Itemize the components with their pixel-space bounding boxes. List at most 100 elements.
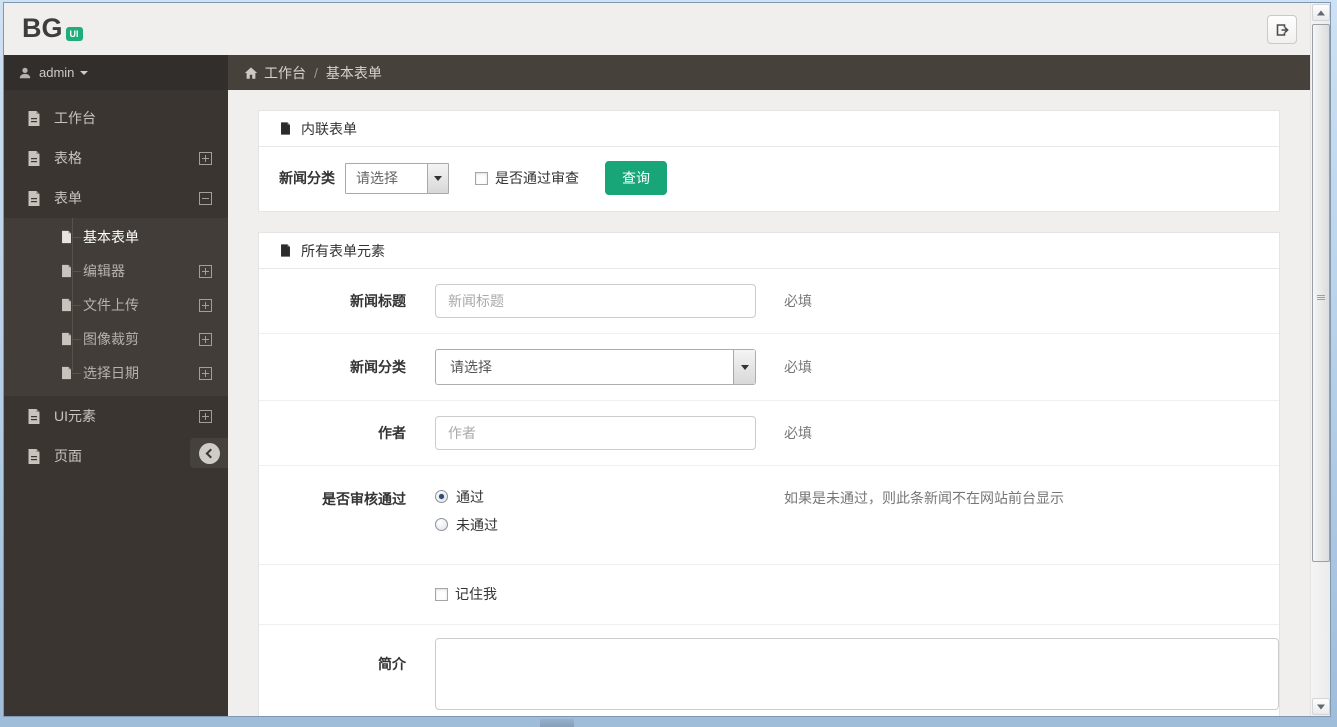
sidebar-item-label: 表格 (54, 150, 82, 166)
review-filter-checkbox[interactable] (475, 171, 488, 185)
sidebar-menu: 工作台 表格 表单 基本表单 编辑器 文件上传 图像裁剪 选择日期 UI元素 页… (4, 90, 228, 476)
page-content: 内联表单 新闻分类 请选择 是否通过审查 查询 所有表单元素 新闻标题 新闻标题… (228, 90, 1310, 716)
news-category-select-big[interactable]: 请选择 (435, 349, 756, 385)
sidebar-subitem-basic-form[interactable]: 基本表单 (4, 220, 228, 254)
sidebar-item-label: 页面 (54, 448, 82, 464)
radio-checked-icon[interactable] (435, 490, 448, 503)
file-solid-icon (281, 244, 290, 257)
sidebar: admin 工作台 表格 表单 基本表单 编辑器 文件上传 图像裁剪 选择日期 … (4, 55, 228, 716)
file-lines-icon (28, 110, 40, 126)
arrow-down-icon (1317, 704, 1325, 709)
inline-panel-header: 内联表单 (259, 111, 1279, 147)
category-label: 新闻分类 (279, 170, 335, 186)
news-title-input[interactable] (435, 284, 756, 318)
logout-button[interactable] (1267, 15, 1297, 44)
sidebar-subitem-label: 编辑器 (83, 263, 125, 279)
browser-viewport: BG UI admin 工作台 表格 表单 基本表单 编辑器 文件上传 图像裁剪… (4, 3, 1330, 716)
logout-icon (1276, 23, 1289, 36)
news-category-row: 新闻分类 请选择 必填 (259, 333, 1279, 400)
window-frame: BG UI admin 工作台 表格 表单 基本表单 编辑器 文件上传 图像裁剪… (0, 0, 1337, 727)
sidebar-subitem-editor[interactable]: 编辑器 (4, 254, 228, 288)
user-menu[interactable]: admin (4, 55, 228, 90)
app-root: BG UI admin 工作台 表格 表单 基本表单 编辑器 文件上传 图像裁剪… (4, 3, 1310, 716)
sidebar-item-label: 表单 (54, 190, 82, 206)
remember-me-label: 记住我 (455, 586, 497, 602)
required-hint: 必填 (784, 293, 812, 309)
sidebar-subitem-label: 选择日期 (83, 365, 139, 381)
review-status-row: 是否审核通过 通过 未通过 如果是未通过，则此条新闻不在网站前台显示 (259, 465, 1279, 564)
file-icon (62, 264, 71, 278)
breadcrumb-separator: / (314, 64, 318, 81)
sidebar-collapse-button[interactable] (190, 438, 228, 468)
forms-submenu: 基本表单 编辑器 文件上传 图像裁剪 选择日期 (4, 218, 228, 396)
user-name: admin (39, 65, 75, 80)
required-hint: 必填 (784, 425, 812, 441)
intro-textarea[interactable] (435, 638, 1279, 710)
select-dropdown-button[interactable] (427, 163, 448, 193)
sidebar-item-ui-elements[interactable]: UI元素 (4, 396, 228, 436)
chevron-down-icon (740, 364, 749, 370)
news-title-label: 新闻标题 (350, 293, 406, 309)
brand-text: BG (22, 13, 63, 43)
required-hint: 必填 (784, 359, 812, 375)
home-icon (244, 66, 258, 79)
chevron-down-icon (434, 175, 442, 181)
radio-pass[interactable]: 通过 (435, 486, 756, 507)
search-button[interactable]: 查询 (605, 161, 667, 195)
scroll-down-button[interactable] (1312, 698, 1330, 715)
window-resize-grip[interactable] (540, 719, 574, 727)
file-lines-icon (28, 190, 40, 206)
file-icon (62, 230, 71, 244)
arrow-up-icon (1317, 10, 1325, 15)
sidebar-subitem-file-upload[interactable]: 文件上传 (4, 288, 228, 322)
author-row: 作者 必填 (259, 400, 1279, 465)
scrollbar-grip-icon (1317, 294, 1325, 301)
select-dropdown-button[interactable] (733, 350, 755, 384)
sidebar-item-workbench[interactable]: 工作台 (4, 98, 228, 138)
radio-fail[interactable]: 未通过 (435, 514, 756, 535)
collapse-left-icon (198, 442, 220, 464)
radio-fail-label: 未通过 (456, 516, 498, 533)
chevron-down-icon (80, 70, 89, 75)
vertical-scrollbar[interactable] (1310, 3, 1330, 716)
main-column: 工作台 / 基本表单 内联表单 新闻分类 请选择 是否通过审查 查询 所有表单元… (228, 55, 1310, 716)
expand-plus-icon[interactable] (199, 409, 212, 423)
expand-plus-icon[interactable] (199, 366, 212, 380)
sidebar-item-tables[interactable]: 表格 (4, 138, 228, 178)
intro-label: 简介 (378, 656, 406, 672)
user-icon (19, 67, 31, 78)
brand-logo[interactable]: BG UI (22, 14, 83, 42)
sidebar-subitem-label: 图像裁剪 (83, 331, 139, 347)
inline-form-panel: 内联表单 新闻分类 请选择 是否通过审查 查询 (258, 110, 1280, 212)
top-header: BG UI (4, 3, 1310, 55)
panel-title: 内联表单 (301, 120, 357, 137)
news-category-label: 新闻分类 (350, 359, 406, 375)
author-label: 作者 (378, 425, 406, 441)
breadcrumb-section[interactable]: 工作台 (264, 63, 306, 83)
expand-plus-icon[interactable] (199, 151, 212, 165)
breadcrumb: 工作台 / 基本表单 (228, 55, 1310, 90)
expand-plus-icon[interactable] (199, 298, 212, 312)
expand-plus-icon[interactable] (199, 264, 212, 278)
radio-pass-label: 通过 (456, 488, 484, 505)
brand-badge: UI (65, 27, 83, 41)
author-input[interactable] (435, 416, 756, 450)
remember-me-checkbox[interactable] (435, 587, 448, 601)
file-lines-icon (28, 448, 40, 464)
sidebar-subitem-label: 文件上传 (83, 297, 139, 313)
radio-unchecked-icon[interactable] (435, 518, 448, 531)
select-value: 请选择 (356, 170, 398, 186)
collapse-minus-icon[interactable] (199, 191, 212, 205)
scrollbar-thumb[interactable] (1312, 24, 1330, 562)
sidebar-subitem-date-picker[interactable]: 选择日期 (4, 356, 228, 390)
news-category-select[interactable]: 请选择 (345, 162, 449, 194)
sidebar-item-label: 工作台 (54, 110, 96, 126)
file-icon (62, 366, 71, 380)
news-title-row: 新闻标题 必填 (259, 269, 1279, 333)
file-icon (62, 332, 71, 346)
sidebar-item-forms[interactable]: 表单 (4, 178, 228, 218)
sidebar-subitem-image-crop[interactable]: 图像裁剪 (4, 322, 228, 356)
file-icon (62, 298, 71, 312)
scroll-up-button[interactable] (1312, 4, 1330, 21)
expand-plus-icon[interactable] (199, 332, 212, 346)
